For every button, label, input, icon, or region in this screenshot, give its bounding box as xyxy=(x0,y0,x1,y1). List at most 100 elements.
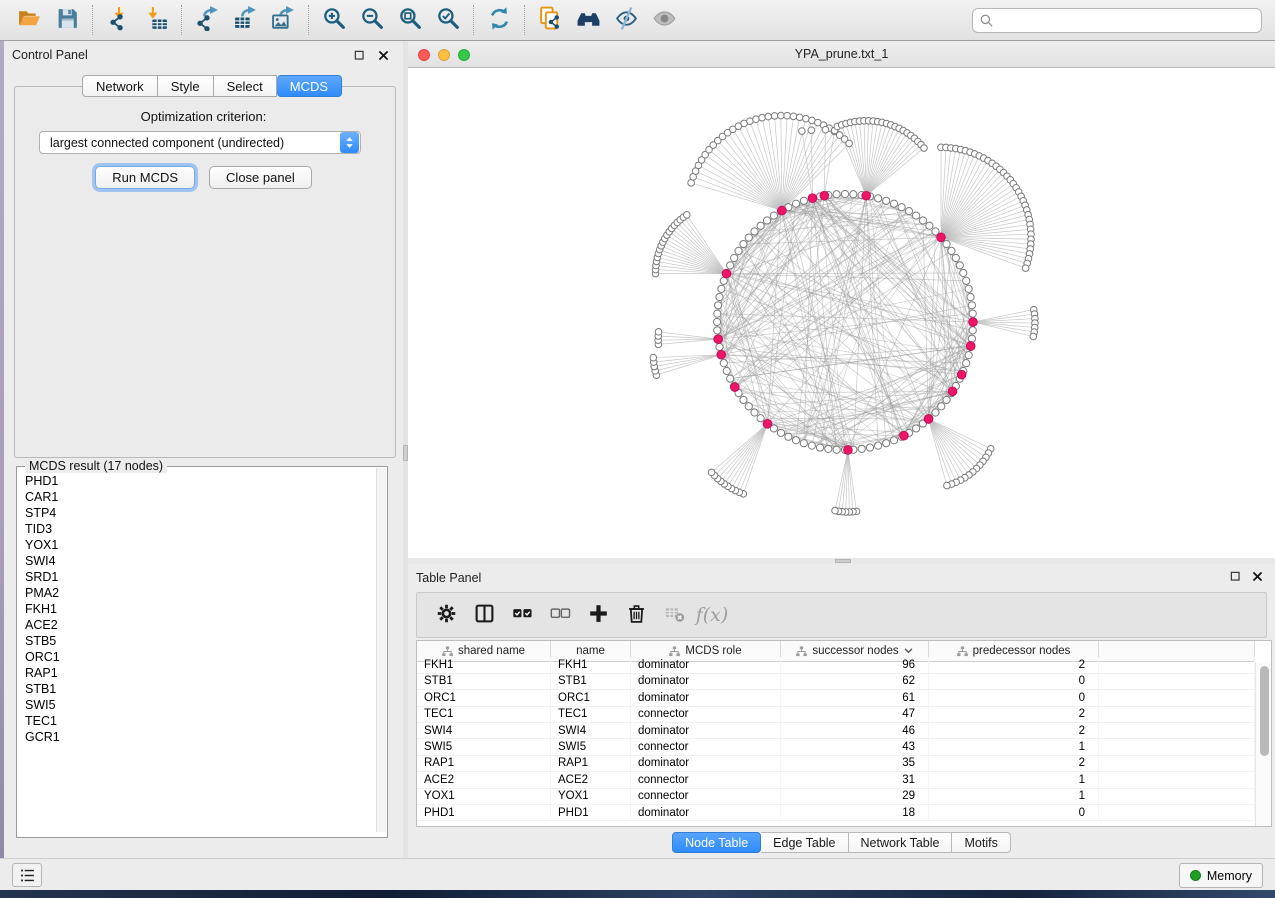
table-cell[interactable]: ORC1 xyxy=(551,690,631,706)
table-cell[interactable]: dominator xyxy=(631,756,781,772)
table-cell[interactable]: 0 xyxy=(929,690,1099,706)
horizontal-splitter-grip[interactable] xyxy=(835,559,851,563)
table-cell[interactable]: YOX1 xyxy=(417,789,551,805)
table-cell[interactable]: 1 xyxy=(929,739,1099,755)
table-cell[interactable]: 0 xyxy=(929,674,1099,690)
table-cell[interactable]: ORC1 xyxy=(417,690,551,706)
float-panel-icon[interactable] xyxy=(1228,569,1243,584)
export-network-button[interactable] xyxy=(188,3,226,37)
mcds-result-item[interactable]: PHD1 xyxy=(25,473,374,489)
delete-column-button[interactable] xyxy=(619,597,653,633)
mcds-result-item[interactable]: STP4 xyxy=(25,505,374,521)
show-column-button[interactable] xyxy=(467,597,501,633)
table-cell[interactable]: 35 xyxy=(781,756,929,772)
search-objects-button[interactable] xyxy=(569,3,607,37)
import-network-button[interactable] xyxy=(99,3,137,37)
window-close-icon[interactable] xyxy=(418,49,430,61)
tab-mcds[interactable]: MCDS xyxy=(277,75,342,97)
table-cell[interactable]: 2 xyxy=(929,707,1099,723)
import-table-button[interactable] xyxy=(137,3,175,37)
open-file-button[interactable] xyxy=(10,3,48,37)
table-cell[interactable]: 61 xyxy=(781,690,929,706)
table-cell[interactable]: 2 xyxy=(929,657,1099,673)
table-cell[interactable]: ACE2 xyxy=(551,772,631,788)
mcds-result-item[interactable]: PMA2 xyxy=(25,585,374,601)
zoom-out-button[interactable] xyxy=(353,3,391,37)
network-canvas[interactable] xyxy=(408,68,1275,558)
table-cell[interactable]: 2 xyxy=(929,723,1099,739)
tab-style[interactable]: Style xyxy=(158,75,214,97)
table-scrollbar-thumb[interactable] xyxy=(1260,666,1269,756)
zoom-in-button[interactable] xyxy=(315,3,353,37)
mcds-result-item[interactable]: GCR1 xyxy=(25,729,374,745)
table-cell[interactable]: RAP1 xyxy=(551,756,631,772)
select-all-button[interactable] xyxy=(505,597,539,633)
table-cell[interactable]: connector xyxy=(631,772,781,788)
tab-edge-table[interactable]: Edge Table xyxy=(761,832,848,853)
window-minimize-icon[interactable] xyxy=(438,49,450,61)
zoom-selected-button[interactable] xyxy=(429,3,467,37)
mcds-list-scrollbar[interactable] xyxy=(376,468,386,832)
table-cell[interactable]: SWI5 xyxy=(417,739,551,755)
mcds-result-item[interactable]: SRD1 xyxy=(25,569,374,585)
table-cell[interactable]: 2 xyxy=(929,756,1099,772)
table-cell[interactable]: 47 xyxy=(781,707,929,723)
table-cell[interactable]: YOX1 xyxy=(551,789,631,805)
table-cell[interactable]: dominator xyxy=(631,723,781,739)
export-table-button[interactable] xyxy=(226,3,264,37)
share-document-button[interactable] xyxy=(531,3,569,37)
mcds-result-item[interactable]: TEC1 xyxy=(25,713,374,729)
table-cell[interactable]: TEC1 xyxy=(417,707,551,723)
close-panel-icon[interactable] xyxy=(376,48,391,63)
memory-button[interactable]: Memory xyxy=(1179,863,1263,888)
run-mcds-button[interactable]: Run MCDS xyxy=(95,166,195,189)
close-panel-icon[interactable] xyxy=(1250,569,1265,584)
mcds-result-item[interactable]: FKH1 xyxy=(25,601,374,617)
add-column-button[interactable] xyxy=(581,597,615,633)
table-cell[interactable]: 1 xyxy=(929,789,1099,805)
table-cell[interactable]: dominator xyxy=(631,674,781,690)
table-cell[interactable]: 62 xyxy=(781,674,929,690)
zoom-fit-button[interactable] xyxy=(391,3,429,37)
window-maximize-icon[interactable] xyxy=(458,49,470,61)
mcds-result-item[interactable]: RAP1 xyxy=(25,665,374,681)
optimization-criterion-dropdown[interactable]: largest connected component (undirected) xyxy=(39,131,361,154)
task-history-button[interactable] xyxy=(12,863,42,887)
table-cell[interactable]: 18 xyxy=(781,805,929,821)
mcds-result-item[interactable]: ACE2 xyxy=(25,617,374,633)
table-cell[interactable]: PHD1 xyxy=(417,805,551,821)
tab-node-table[interactable]: Node Table xyxy=(672,832,761,853)
mcds-result-item[interactable]: SWI4 xyxy=(25,553,374,569)
tab-network-table[interactable]: Network Table xyxy=(849,832,953,853)
table-cell[interactable]: 1 xyxy=(929,772,1099,788)
table-cell[interactable]: 31 xyxy=(781,772,929,788)
mcds-result-item[interactable]: YOX1 xyxy=(25,537,374,553)
table-cell[interactable]: dominator xyxy=(631,690,781,706)
mcds-result-item[interactable]: STB5 xyxy=(25,633,374,649)
table-cell[interactable]: 43 xyxy=(781,739,929,755)
table-cell[interactable]: FKH1 xyxy=(551,657,631,673)
table-settings-button[interactable] xyxy=(429,597,463,633)
mcds-result-item[interactable]: CAR1 xyxy=(25,489,374,505)
hide-selected-button[interactable] xyxy=(607,3,645,37)
table-cell[interactable]: RAP1 xyxy=(417,756,551,772)
table-cell[interactable]: STB1 xyxy=(551,674,631,690)
table-cell[interactable]: SWI4 xyxy=(417,723,551,739)
tab-motifs[interactable]: Motifs xyxy=(952,832,1010,853)
table-cell[interactable]: 29 xyxy=(781,789,929,805)
table-cell[interactable]: ACE2 xyxy=(417,772,551,788)
table-cell[interactable]: TEC1 xyxy=(551,707,631,723)
table-cell[interactable]: SWI4 xyxy=(551,723,631,739)
table-cell[interactable]: connector xyxy=(631,707,781,723)
table-cell[interactable]: STB1 xyxy=(417,674,551,690)
table-cell[interactable]: 0 xyxy=(929,805,1099,821)
search-input[interactable] xyxy=(998,11,1255,31)
mcds-result-item[interactable]: STB1 xyxy=(25,681,374,697)
close-panel-button[interactable]: Close panel xyxy=(209,166,312,189)
table-cell[interactable]: PHD1 xyxy=(551,805,631,821)
float-panel-icon[interactable] xyxy=(352,48,367,63)
table-cell[interactable]: 46 xyxy=(781,723,929,739)
mcds-result-item[interactable]: SWI5 xyxy=(25,697,374,713)
table-scrollbar[interactable] xyxy=(1255,662,1271,826)
refresh-button[interactable] xyxy=(480,3,518,37)
